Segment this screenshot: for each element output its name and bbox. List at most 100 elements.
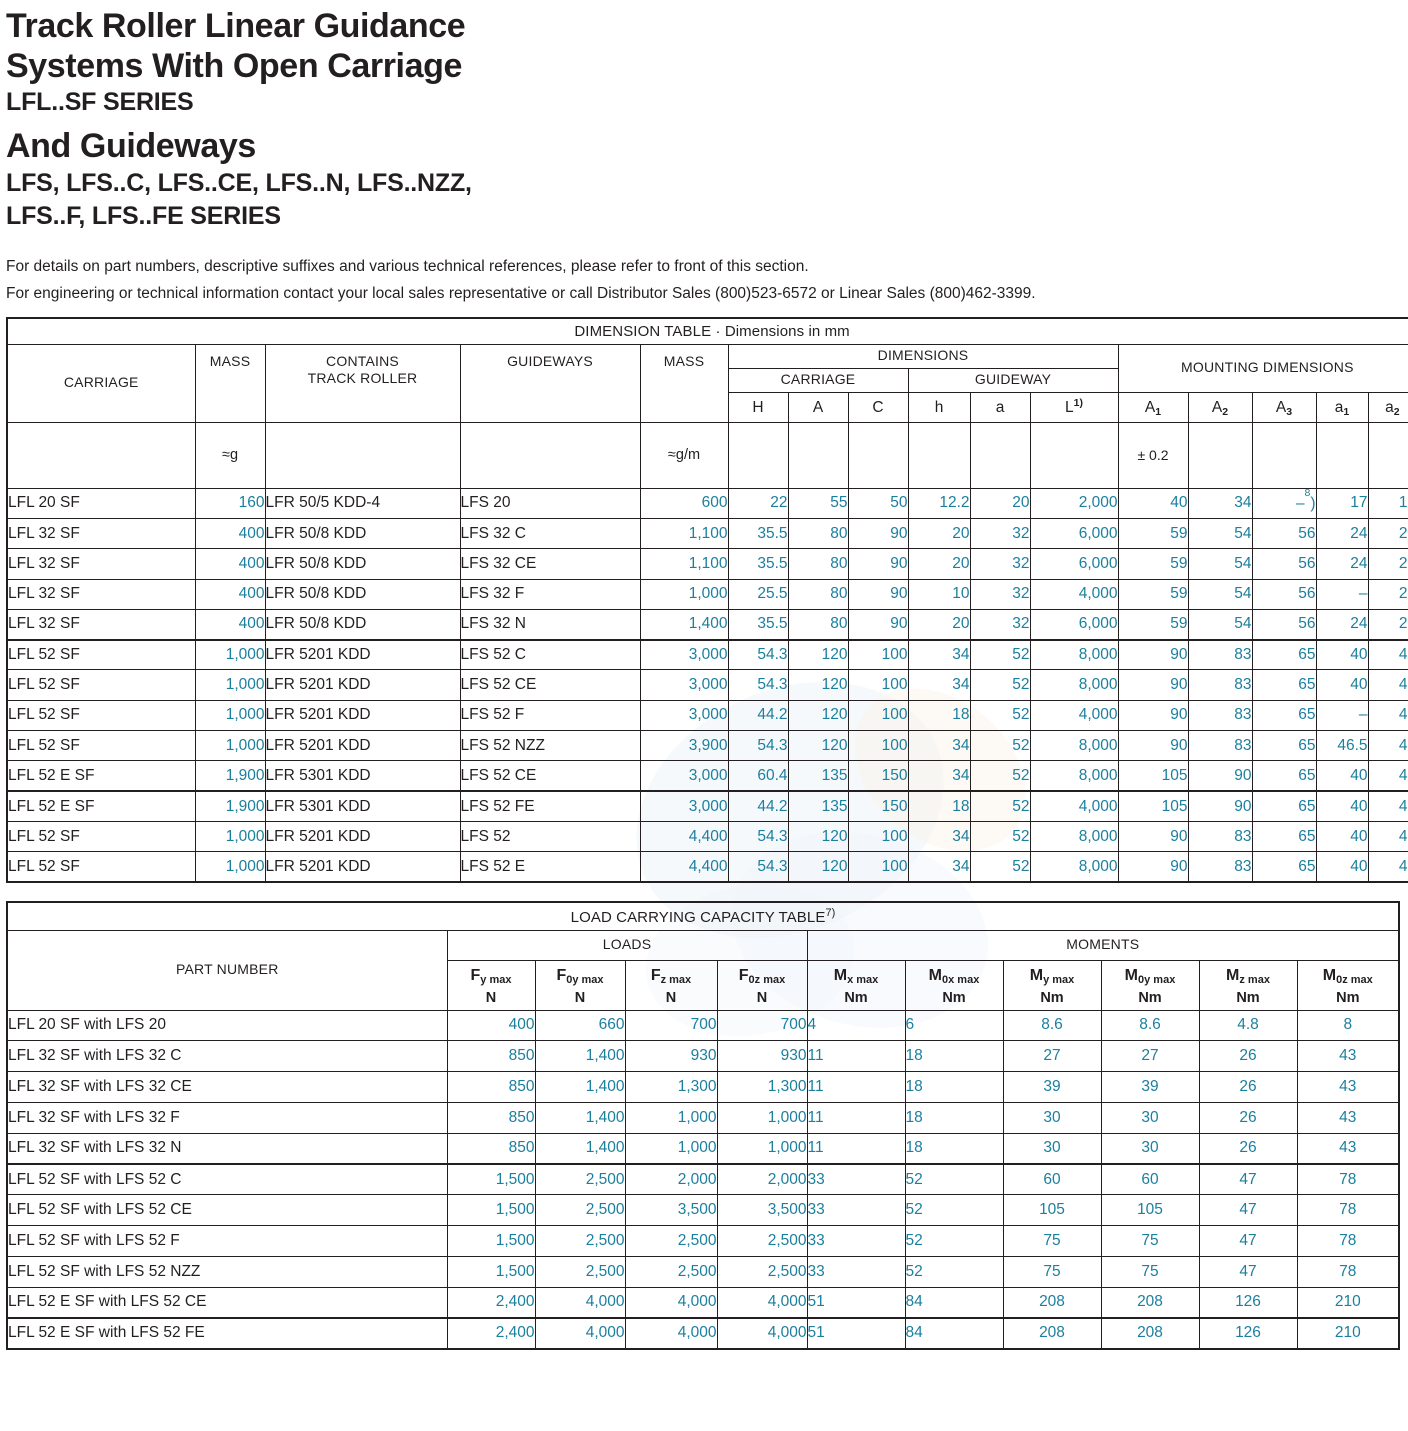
- cell-A2: 90: [1187, 790, 1253, 822]
- cell-a2: 26: [1367, 517, 1408, 550]
- col-symbol-L-base: L: [1065, 398, 1074, 416]
- cell-Fz: 1,300: [624, 1071, 718, 1103]
- cell-L: 2,000: [1029, 487, 1119, 519]
- cell-guideway: LFS 52: [459, 820, 641, 853]
- cell-C: 50: [847, 487, 909, 519]
- page-title-line1: Track Roller Linear Guidance: [6, 7, 466, 45]
- cell-part: LFL 52 SF with LFS 52 C: [6, 1163, 448, 1196]
- cell-Mz: 126: [1198, 1286, 1298, 1319]
- cell-M0z: 78: [1296, 1163, 1400, 1196]
- cell-A2: 83: [1187, 669, 1253, 701]
- cell-F0z: 1,300: [716, 1071, 808, 1103]
- cell-C: 100: [847, 851, 909, 884]
- cell-mass: 1,900: [194, 760, 266, 792]
- cell-massgm: 4,400: [639, 820, 729, 853]
- cell-M0x: 18: [904, 1071, 1004, 1103]
- cell-A: 55: [787, 487, 849, 519]
- cell-Mx: 33: [806, 1163, 906, 1196]
- cell-M0z: 43: [1296, 1040, 1400, 1073]
- cell-a1: 24: [1315, 608, 1369, 641]
- cell-guideway: LFS 52 E: [459, 851, 641, 884]
- table-row: LFL 52 SF 1,000 LFR 5201 KDD LFS 52 F 3,000 4…: [6, 699, 1408, 732]
- cell-massgm: 600: [639, 487, 729, 519]
- load-carrying-capacity-table: LOAD CARRYING CAPACITY TABLE7) PART NUMB…: [6, 901, 1401, 1350]
- cell-M0x: 52: [904, 1163, 1004, 1196]
- cell-guideway: LFS 32 F: [459, 578, 641, 610]
- dimension-table-body: LFL 20 SF 160 LFR 50/5 KDD-4 LFS 20 600 22 55 5…: [6, 487, 1408, 884]
- cell-M0y: 30: [1100, 1132, 1200, 1165]
- cell-C: 100: [847, 699, 909, 732]
- cell-roller: LFR 50/8 KDD: [264, 548, 461, 580]
- cell-F0y: 2,500: [534, 1163, 626, 1196]
- units-spacer-a1: [1315, 422, 1369, 489]
- cell-F0z: 4,000: [716, 1317, 808, 1350]
- cell-F0z: 700: [716, 1009, 808, 1042]
- contains-line2: TRACK ROLLER: [307, 370, 418, 387]
- cell-guideway: LFS 52 C: [459, 638, 641, 671]
- col-symbol-F0zmax: F0z max N: [716, 959, 808, 1011]
- col-symbol-A1-base: A: [1144, 398, 1156, 416]
- cell-L: 6,000: [1029, 608, 1119, 641]
- cell-M0x: 18: [904, 1132, 1004, 1165]
- cell-Mx: 4: [806, 1009, 906, 1042]
- group-header-mounting-dimensions: MOUNTING DIMENSIONS: [1117, 343, 1408, 393]
- cell-massgm: 3,900: [639, 730, 729, 762]
- cell-F0y: 2,500: [534, 1194, 626, 1227]
- units-spacer-a2: [1367, 422, 1408, 489]
- cell-H: 54.3: [727, 820, 789, 853]
- cell-mass: 1,000: [194, 820, 266, 853]
- cell-A2: 83: [1187, 730, 1253, 762]
- cell-a1: 40: [1315, 851, 1369, 884]
- table-row: LFL 32 SF with LFS 32 N 850 1,400 1,000 1,00…: [6, 1132, 1400, 1165]
- cell-M0y: 60: [1100, 1163, 1200, 1196]
- load-table-caption-sup: 7): [825, 906, 836, 919]
- table-row: LFL 52 SF with LFS 52 C 1,500 2,500 2,000 2,…: [6, 1163, 1400, 1196]
- cell-massgm: 1,100: [639, 517, 729, 550]
- note-contact: For engineering or technical information…: [6, 285, 1036, 303]
- cell-a: 52: [969, 669, 1031, 701]
- subgroup-header-guideway: GUIDEWAY: [907, 367, 1119, 393]
- table-row: LFL 32 SF 400 LFR 50/8 KDD LFS 32 C 1,100 35.…: [6, 517, 1408, 550]
- cell-Mz: 126: [1198, 1317, 1298, 1350]
- dimension-table-caption-row: DIMENSION TABLE · Dimensions in mm: [6, 317, 1408, 345]
- cell-Mx: 51: [806, 1286, 906, 1319]
- table-row: LFL 32 SF with LFS 32 F 850 1,400 1,000 1,00…: [6, 1101, 1400, 1134]
- cell-a2: 42: [1367, 730, 1408, 762]
- cell-H: 25.5: [727, 578, 789, 610]
- cell-Mz: 47: [1198, 1163, 1298, 1196]
- cell-a2: 42: [1367, 760, 1408, 792]
- cell-A: 120: [787, 638, 849, 671]
- cell-carriage: LFL 52 E SF: [6, 790, 196, 822]
- cell-h: 18: [907, 790, 971, 822]
- cell-M0y: 75: [1100, 1255, 1200, 1288]
- cell-A3: 65: [1251, 699, 1317, 732]
- cell-A3: 65: [1251, 820, 1317, 853]
- table-row: LFL 52 E SF 1,900 LFR 5301 KDD LFS 52 FE 3,0…: [6, 790, 1408, 822]
- cell-Mx: 11: [806, 1101, 906, 1134]
- cell-guideway: LFS 32 C: [459, 517, 641, 550]
- col-symbol-F0ymax: F0y max N: [534, 959, 626, 1011]
- cell-M0y: 39: [1100, 1071, 1200, 1103]
- cell-Fy: 1,500: [446, 1255, 536, 1288]
- cell-carriage: LFL 52 SF: [6, 730, 196, 762]
- cell-a1: 24: [1315, 517, 1369, 550]
- cell-a1: 40: [1315, 669, 1369, 701]
- table-row: LFL 20 SF 160 LFR 50/5 KDD-4 LFS 20 600 22 55 5…: [6, 487, 1408, 519]
- cell-massgm: 3,000: [639, 669, 729, 701]
- cell-part: LFL 32 SF with LFS 32 N: [6, 1132, 448, 1165]
- cell-My: 75: [1002, 1255, 1102, 1288]
- table-row: LFL 52 SF 1,000 LFR 5201 KDD LFS 52 4,400 54.…: [6, 820, 1408, 853]
- col-header-mass-guideway: MASS: [639, 343, 729, 423]
- cell-M0x: 18: [904, 1040, 1004, 1073]
- cell-a: 52: [969, 699, 1031, 732]
- page-title-line3: And Guideways: [6, 127, 256, 166]
- cell-roller: LFR 50/5 KDD-4: [264, 487, 461, 519]
- cell-mass: 160: [194, 487, 266, 519]
- cell-a: 52: [969, 730, 1031, 762]
- cell-A1: 90: [1117, 669, 1189, 701]
- load-table-caption: LOAD CARRYING CAPACITY TABLE7): [6, 901, 1400, 931]
- col-symbol-a2: a2: [1367, 391, 1408, 423]
- table-row: LFL 52 SF with LFS 52 NZZ 1,500 2,500 2,500…: [6, 1255, 1400, 1288]
- cell-a2: 42: [1367, 851, 1408, 884]
- col-symbol-Mymax: My max Nm: [1002, 959, 1102, 1011]
